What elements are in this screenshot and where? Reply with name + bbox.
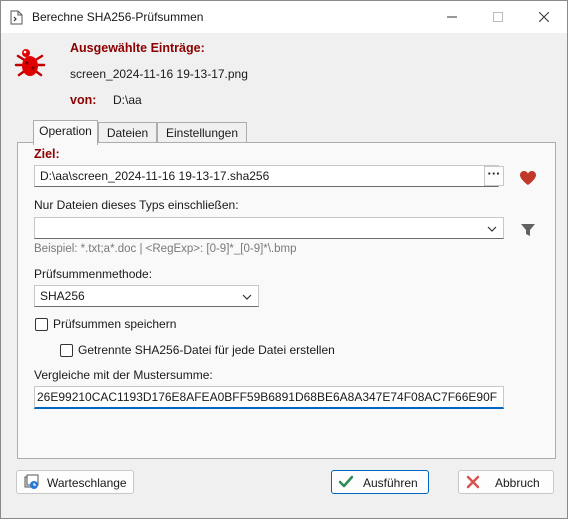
tab-files[interactable]: Dateien: [98, 122, 157, 143]
tab-operation-label: Operation: [39, 124, 92, 138]
target-path-field[interactable]: D:\aa\screen_2024-11-16 19-13-17.sha256: [34, 165, 499, 187]
tab-files-label: Dateien: [106, 126, 149, 140]
from-value: D:\aa: [113, 93, 142, 107]
selected-entries-value: screen_2024-11-16 19-13-17.png: [70, 67, 248, 81]
cancel-button[interactable]: Abbruch: [458, 470, 554, 494]
browse-button-label: ···: [487, 166, 501, 181]
tab-settings-label: Einstellungen: [165, 126, 239, 140]
filetypes-label: Nur Dateien dieses Typs einschließen:: [34, 198, 239, 212]
save-checksums-checkbox[interactable]: [35, 318, 48, 331]
queue-button-label: Warteschlange: [47, 476, 127, 490]
chevron-down-icon: [242, 291, 252, 305]
tab-settings[interactable]: Einstellungen: [157, 122, 247, 143]
cancel-x-icon: [465, 474, 481, 493]
dialog-window: Berechne SHA256-Prüfsummen Ausgewählte E…: [0, 0, 568, 519]
window-title: Berechne SHA256-Prüfsummen: [32, 10, 204, 24]
compare-checksum-field[interactable]: 26E99210CAC1193D176E8AFEA0BFF59B6891D68B…: [34, 386, 504, 409]
ladybug-icon: [12, 46, 48, 82]
close-button[interactable]: [521, 1, 567, 33]
method-label: Prüfsummenmethode:: [34, 267, 153, 281]
run-button-label: Ausführen: [363, 476, 418, 490]
compare-label: Vergleiche mit der Mustersumme:: [34, 368, 213, 382]
tab-operation[interactable]: Operation: [33, 120, 98, 145]
cancel-button-label: Abbruch: [495, 476, 540, 490]
queue-icon: [23, 474, 39, 493]
compare-checksum-value: 26E99210CAC1193D176E8AFEA0BFF59B6891D68B…: [37, 390, 498, 404]
run-button[interactable]: Ausführen: [331, 470, 429, 494]
chevron-down-icon: [487, 223, 497, 237]
separate-file-checkbox[interactable]: [60, 344, 73, 357]
maximize-button[interactable]: [475, 1, 521, 33]
method-select[interactable]: SHA256: [34, 285, 259, 307]
heart-icon[interactable]: [519, 170, 537, 186]
method-value: SHA256: [40, 289, 85, 303]
filetypes-combobox[interactable]: [34, 217, 504, 239]
filter-icon[interactable]: [520, 222, 536, 238]
browse-button[interactable]: ···: [484, 166, 504, 186]
title-bar[interactable]: Berechne SHA256-Prüfsummen: [1, 1, 567, 33]
checkmark-icon: [338, 474, 354, 493]
target-label: Ziel:: [34, 147, 60, 161]
operation-panel: Ziel: D:\aa\screen_2024-11-16 19-13-17.s…: [17, 142, 556, 459]
minimize-button[interactable]: [429, 1, 475, 33]
target-path-value: D:\aa\screen_2024-11-16 19-13-17.sha256: [40, 169, 270, 183]
file-icon: [10, 10, 23, 25]
filetypes-hint: Beispiel: *.txt;a*.doc | <RegExp>: [0-9]…: [34, 243, 297, 255]
from-label: von:: [70, 93, 97, 107]
queue-button[interactable]: Warteschlange: [16, 470, 134, 494]
save-checksums-label: Prüfsummen speichern: [53, 317, 177, 331]
selected-entries-label: Ausgewählte Einträge:: [70, 41, 205, 55]
separate-file-label: Getrennte SHA256-Datei für jede Datei er…: [78, 343, 335, 357]
